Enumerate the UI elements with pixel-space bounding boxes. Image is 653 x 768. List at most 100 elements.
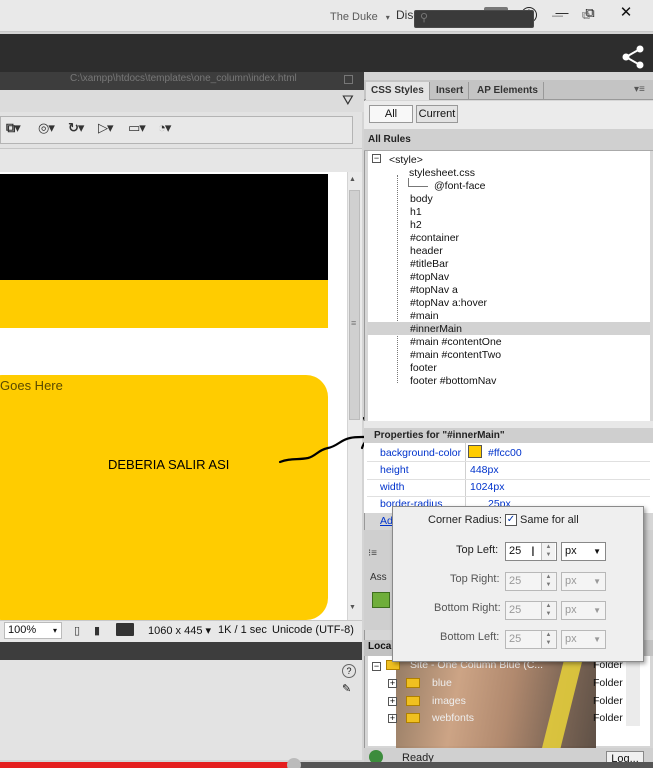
bottom-right-unit-select[interactable]: px ▼: [561, 601, 606, 620]
file-name[interactable]: images: [432, 695, 466, 707]
assets-tab[interactable]: Ass: [370, 572, 387, 583]
rule-item[interactable]: #main: [410, 310, 439, 323]
app-header-bar: [0, 34, 653, 72]
rule-item[interactable]: stylesheet.css: [409, 167, 475, 180]
title-bar-block[interactable]: [0, 174, 328, 280]
encoding: Unicode (UTF-8): [272, 624, 354, 636]
chevron-down-icon: ▾: [205, 625, 212, 637]
bottom-left-unit-select[interactable]: px ▼: [561, 630, 606, 649]
unit-value: px: [565, 633, 577, 645]
phone-size-icon[interactable]: ▯: [74, 624, 80, 637]
rule-item[interactable]: #main #contentTwo: [410, 349, 501, 362]
scroll-up-icon[interactable]: ▲: [349, 176, 356, 183]
top-right-stepper[interactable]: ▲ ▼: [541, 573, 555, 590]
bottom-left-stepper[interactable]: ▲ ▼: [541, 631, 555, 648]
inspect-icon[interactable]: ▷▾: [98, 120, 114, 136]
video-scrubber-handle[interactable]: [286, 758, 301, 768]
desktop-size-icon[interactable]: [116, 623, 134, 636]
view-toggle-icon[interactable]: ⁝≡: [368, 548, 377, 559]
tree-guide-line: [397, 175, 398, 383]
all-button[interactable]: All: [369, 105, 413, 123]
top-right-label: Top Right:: [450, 573, 500, 585]
chevron-down-icon: ▼: [593, 547, 601, 556]
files-scrollbar[interactable]: [626, 656, 640, 726]
preview-icon[interactable]: ◎▾: [38, 120, 55, 136]
rule-item[interactable]: h2: [410, 219, 422, 232]
help-icon[interactable]: ?: [342, 664, 356, 678]
folder-icon: [406, 713, 420, 723]
panel-menu-icon[interactable]: ▾≡: [634, 84, 645, 95]
collapse-icon[interactable]: −: [372, 154, 381, 163]
rule-item[interactable]: #container: [410, 232, 459, 245]
rule-item[interactable]: <style>: [389, 154, 423, 167]
unit-value: px: [565, 545, 577, 557]
property-name[interactable]: background-color: [380, 447, 461, 459]
rule-item-selected[interactable]: #innerMain: [410, 323, 462, 336]
panel-splitter[interactable]: [364, 421, 653, 428]
bottom-right-label: Bottom Right:: [434, 602, 501, 614]
chevron-down-icon: ▾: [385, 13, 390, 22]
property-name[interactable]: height: [380, 464, 409, 476]
topnav-block[interactable]: [0, 280, 328, 328]
expand-icon[interactable]: +: [388, 714, 397, 723]
window-icon[interactable]: [344, 75, 353, 84]
color-swatch[interactable]: [468, 445, 482, 458]
rule-item[interactable]: h1: [410, 206, 422, 219]
user-menu[interactable]: The Duke ▾: [330, 11, 390, 23]
properties-inspector-header: [0, 642, 362, 660]
rule-item[interactable]: #topNav: [410, 271, 449, 284]
tablet-size-icon[interactable]: ▮: [94, 624, 100, 637]
file-type: Folder: [593, 712, 623, 724]
files-tab[interactable]: Loca: [368, 641, 391, 652]
property-name[interactable]: width: [380, 481, 405, 493]
top-left-stepper[interactable]: ▲ ▼: [541, 543, 555, 560]
scroll-down-icon[interactable]: ▼: [349, 604, 356, 611]
tab-insert[interactable]: Insert: [431, 82, 470, 100]
visual-aids-icon[interactable]: ▭▾: [128, 120, 146, 136]
same-for-all-checkbox[interactable]: ✓: [505, 514, 517, 526]
rule-item[interactable]: footer #bottomNav: [410, 375, 496, 388]
property-value[interactable]: 1024px: [470, 481, 504, 493]
window-size[interactable]: 1060 x 445 ▾: [148, 624, 211, 637]
collapse-icon[interactable]: −: [372, 662, 381, 671]
rule-item[interactable]: header: [410, 245, 443, 258]
unit-value: px: [565, 604, 577, 616]
filter-icon[interactable]: ⛛: [342, 92, 354, 109]
rule-item[interactable]: #topNav a:hover: [410, 297, 487, 310]
scrollbar-thumb[interactable]: [349, 190, 360, 420]
folder-icon: [406, 696, 420, 706]
file-name[interactable]: webfonts: [432, 712, 474, 724]
expand-icon[interactable]: +: [388, 697, 397, 706]
bottom-right-stepper[interactable]: ▲ ▼: [541, 602, 555, 619]
inner-main-block[interactable]: [0, 375, 328, 620]
file-name[interactable]: blue: [432, 677, 452, 689]
top-right-unit-select[interactable]: px ▼: [561, 572, 606, 591]
tab-ap-elements[interactable]: AP Elements: [472, 82, 544, 100]
multiscreen-icon[interactable]: ⧉▾: [6, 120, 21, 136]
same-for-all-label: Same for all: [520, 514, 579, 526]
zoom-select[interactable]: 100% ▾: [4, 622, 62, 639]
tab-css-styles[interactable]: CSS Styles: [366, 82, 430, 100]
rule-item[interactable]: #main #contentOne: [410, 336, 502, 349]
edit-icon[interactable]: ✎: [342, 682, 351, 695]
top-left-unit-select[interactable]: px ▼: [561, 542, 606, 561]
property-value[interactable]: #ffcc00: [488, 447, 522, 459]
rule-item[interactable]: @font-face: [434, 180, 486, 193]
assets-icon[interactable]: [372, 592, 390, 608]
property-value[interactable]: 448px: [470, 464, 499, 476]
app-search-input[interactable]: [414, 10, 534, 28]
rule-item[interactable]: #topNav a: [410, 284, 458, 297]
rule-item[interactable]: body: [410, 193, 433, 206]
rule-item[interactable]: #titleBar: [410, 258, 449, 271]
grip-icon: ≡: [351, 318, 357, 328]
app-minimize-button[interactable]: —: [552, 10, 563, 22]
expand-icon[interactable]: +: [388, 679, 397, 688]
validate-icon[interactable]: ◔▾: [158, 120, 171, 136]
share-icon[interactable]: [620, 44, 646, 70]
rule-item[interactable]: footer: [410, 362, 437, 375]
current-button[interactable]: Current: [416, 105, 458, 123]
app-restore-button[interactable]: ⧉: [582, 10, 590, 23]
refresh-icon[interactable]: ↻▾: [68, 120, 84, 136]
close-button[interactable]: ✕: [614, 4, 638, 22]
unit-value: px: [565, 575, 577, 587]
